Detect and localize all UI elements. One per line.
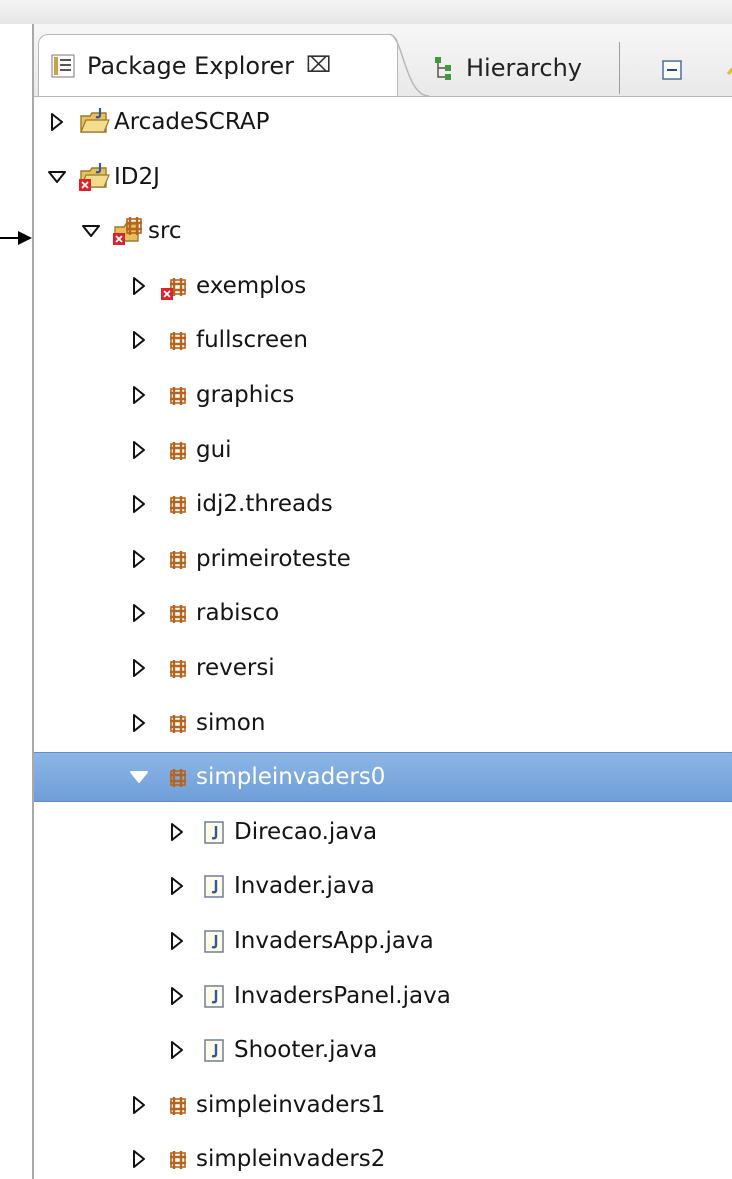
tree-item-label: ArcadeSCRAP bbox=[114, 109, 270, 135]
tree-item[interactable]: simon bbox=[34, 698, 732, 748]
tree-item[interactable]: ArcadeSCRAP bbox=[34, 97, 732, 147]
tree-item-label: Direcao.java bbox=[234, 818, 378, 845]
java-file-icon bbox=[204, 984, 224, 1008]
package-icon bbox=[170, 332, 186, 351]
tree-item-label: ID2J bbox=[114, 163, 160, 190]
left-frame bbox=[0, 24, 34, 1179]
package-icon bbox=[170, 714, 186, 733]
expand-closed-icon[interactable] bbox=[128, 493, 150, 515]
tree-item-label: fullscreen bbox=[196, 327, 308, 354]
tree-item[interactable]: InvadersApp.java bbox=[34, 916, 732, 966]
tree-item[interactable]: ID2J bbox=[34, 152, 732, 202]
tree-item[interactable]: Direcao.java bbox=[34, 807, 732, 857]
expand-closed-icon[interactable] bbox=[46, 111, 68, 133]
package-icon bbox=[170, 387, 186, 405]
tree-item-label: rabisco bbox=[196, 600, 280, 627]
expand-open-icon[interactable] bbox=[128, 766, 150, 788]
collapse-all-icon[interactable] bbox=[660, 58, 684, 82]
view-tab-bar: Package Explorer ⌧ Hierarchy bbox=[34, 24, 732, 97]
tree-item[interactable]: simpleinvaders0 bbox=[34, 752, 732, 803]
tree-item[interactable]: exemplos bbox=[34, 261, 732, 311]
package-tree: ArcadeSCRAP ID2J src exemplos fullscreen grap… bbox=[34, 97, 732, 1179]
tab-package-explorer[interactable]: Package Explorer ⌧ bbox=[38, 34, 398, 96]
package-icon bbox=[161, 277, 186, 300]
java-project-icon bbox=[80, 108, 110, 133]
expand-closed-icon[interactable] bbox=[128, 712, 150, 734]
expand-closed-icon[interactable] bbox=[128, 275, 150, 297]
expand-closed-icon[interactable] bbox=[128, 657, 150, 679]
tree-item-label: InvadersApp.java bbox=[234, 928, 434, 954]
tree-item[interactable]: primeiroteste bbox=[34, 534, 732, 584]
tree-item-label: simpleinvaders0 bbox=[196, 764, 386, 791]
expand-closed-icon[interactable] bbox=[166, 875, 188, 897]
tab-hierarchy[interactable]: Hierarchy bbox=[420, 42, 620, 94]
tree-item[interactable]: InvadersPanel.java bbox=[34, 971, 732, 1021]
package-icon bbox=[170, 441, 186, 460]
expand-closed-icon[interactable] bbox=[128, 1148, 150, 1170]
window-top-strip bbox=[0, 0, 732, 25]
tree-item[interactable]: graphics bbox=[34, 370, 732, 420]
link-with-editor-icon[interactable] bbox=[724, 54, 732, 84]
tree-item[interactable]: gui bbox=[34, 425, 732, 475]
tree-item[interactable]: rabisco bbox=[34, 588, 732, 638]
pointer-arrow-icon bbox=[0, 231, 32, 245]
java-file-icon bbox=[204, 875, 224, 899]
expand-open-icon[interactable] bbox=[46, 166, 68, 188]
expand-closed-icon[interactable] bbox=[128, 439, 150, 461]
expand-closed-icon[interactable] bbox=[166, 985, 188, 1007]
java-file-icon bbox=[204, 1039, 224, 1062]
expand-closed-icon[interactable] bbox=[128, 329, 150, 351]
tab-hierarchy-label: Hierarchy bbox=[466, 54, 583, 82]
java-project-icon bbox=[79, 162, 110, 191]
tree-item-label: gui bbox=[196, 436, 232, 463]
tree-item[interactable]: reversi bbox=[34, 643, 732, 693]
expand-closed-icon[interactable] bbox=[166, 930, 188, 952]
package-explorer-icon bbox=[51, 54, 75, 77]
tree-item-label: src bbox=[148, 218, 182, 245]
tree-item[interactable]: Invader.java bbox=[34, 861, 732, 911]
java-file-icon bbox=[204, 930, 224, 953]
tree-item-label: idj2.threads bbox=[196, 491, 333, 518]
expand-open-icon[interactable] bbox=[80, 220, 102, 242]
tree-item[interactable]: src bbox=[34, 206, 732, 256]
tree-item-label: graphics bbox=[196, 382, 295, 408]
tree-item-label: exemplos bbox=[196, 272, 307, 299]
tree-item-label: Invader.java bbox=[234, 873, 375, 900]
java-file-icon bbox=[204, 821, 224, 844]
package-icon bbox=[170, 1151, 186, 1170]
tree-item-label: simpleinvaders1 bbox=[196, 1091, 386, 1118]
tree-item-label: InvadersPanel.java bbox=[234, 982, 451, 1009]
source-folder-icon bbox=[113, 217, 142, 246]
tree-item-label: simon bbox=[196, 709, 266, 736]
tab-package-explorer-label: Package Explorer bbox=[87, 51, 295, 80]
tree-item[interactable]: simpleinvaders1 bbox=[34, 1080, 732, 1130]
tree-item-label: simpleinvaders2 bbox=[196, 1146, 386, 1173]
hierarchy-icon bbox=[435, 57, 451, 80]
package-icon bbox=[170, 605, 186, 624]
expand-closed-icon[interactable] bbox=[128, 1094, 150, 1116]
tree-item-label: reversi bbox=[196, 655, 275, 681]
expand-closed-icon[interactable] bbox=[166, 1039, 188, 1061]
package-icon bbox=[170, 550, 186, 569]
expand-closed-icon[interactable] bbox=[128, 602, 150, 624]
package-icon bbox=[170, 1096, 186, 1115]
package-icon bbox=[170, 660, 186, 678]
tree-item[interactable]: fullscreen bbox=[34, 315, 732, 365]
tree-item-label: Shooter.java bbox=[234, 1037, 378, 1064]
close-tab-icon[interactable]: ⌧ bbox=[306, 53, 331, 78]
tree-item-label: primeiroteste bbox=[196, 545, 351, 572]
expand-closed-icon[interactable] bbox=[166, 821, 188, 843]
tree-item[interactable]: simpleinvaders2 bbox=[34, 1134, 732, 1179]
package-icon bbox=[170, 769, 186, 788]
expand-closed-icon[interactable] bbox=[128, 384, 150, 406]
expand-closed-icon[interactable] bbox=[128, 548, 150, 570]
tree-item[interactable]: Shooter.java bbox=[34, 1025, 732, 1075]
tree-item[interactable]: idj2.threads bbox=[34, 479, 732, 529]
package-icon bbox=[170, 496, 186, 515]
